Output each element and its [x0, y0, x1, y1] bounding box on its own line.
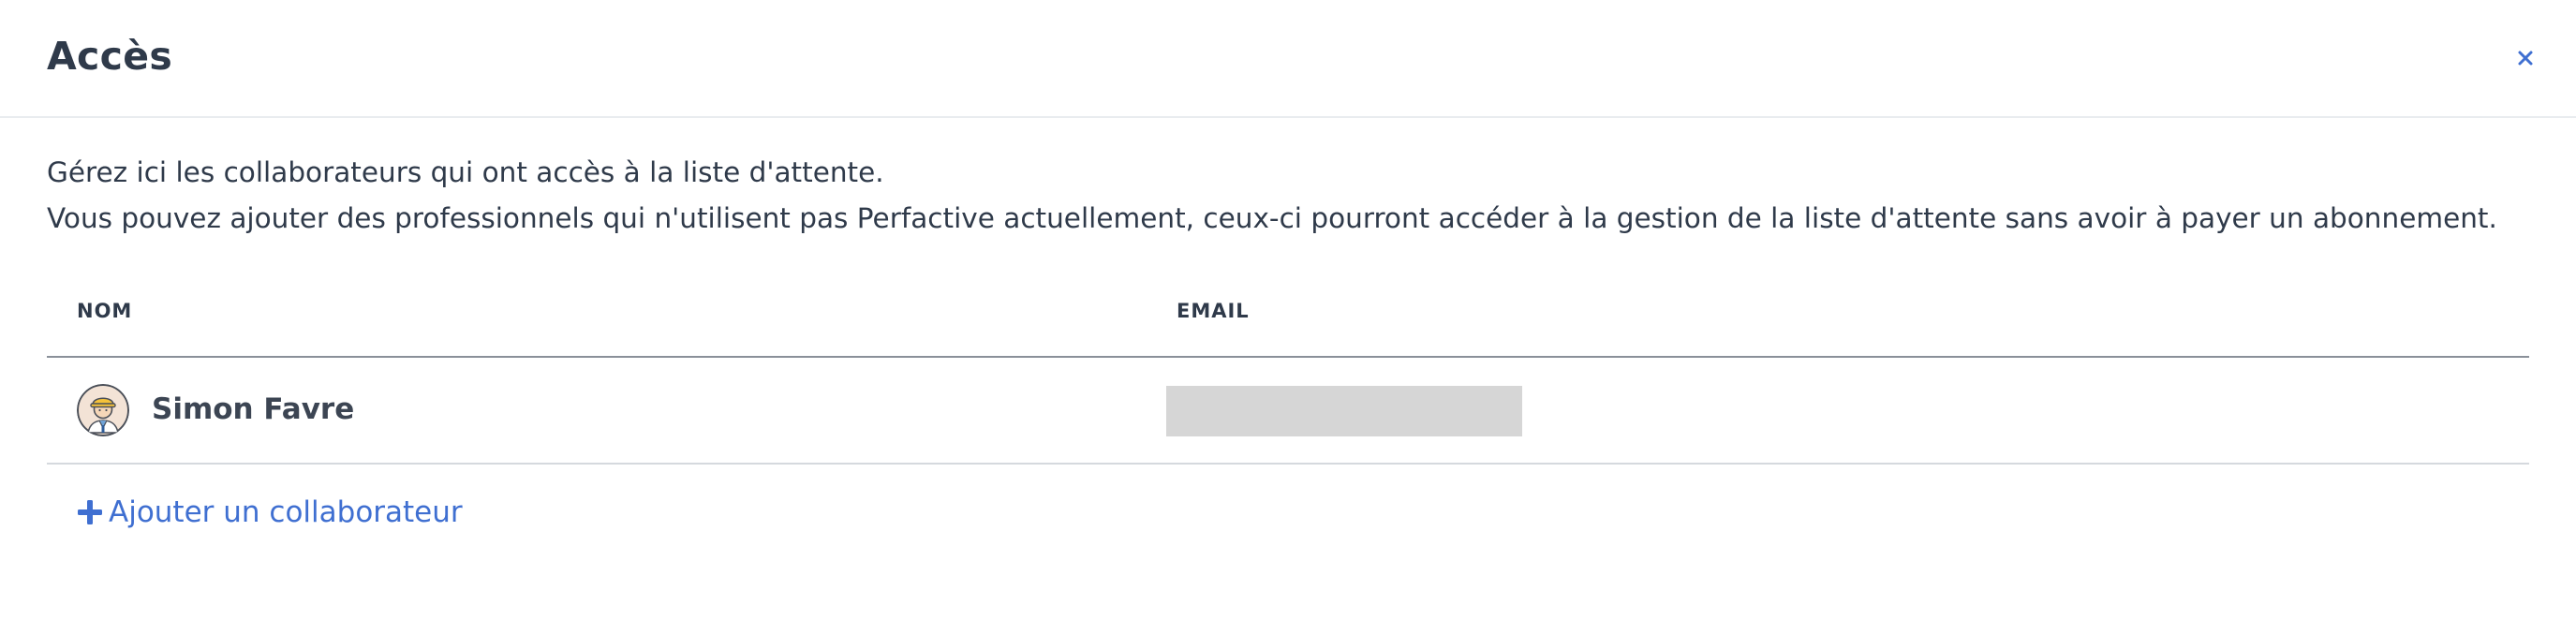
close-icon [2517, 50, 2534, 66]
column-header-name: NOM [77, 300, 133, 322]
intro-line-1: Gérez ici les collaborateurs qui ont acc… [47, 156, 884, 188]
column-header-email: EMAIL [1177, 300, 1250, 322]
modal-header: Accès [0, 0, 2576, 118]
user-avatar-icon [77, 384, 129, 436]
table-row: Simon Favre [47, 358, 2529, 465]
close-button[interactable] [2503, 36, 2548, 81]
email-cell-redacted [1166, 386, 1522, 436]
table-header: NOM EMAIL [47, 279, 2529, 358]
add-collaborator-label: Ajouter un collaborateur [109, 495, 463, 529]
intro-text: Gérez ici les collaborateurs qui ont acc… [47, 150, 2497, 242]
plus-icon [78, 500, 102, 524]
add-collaborator-button[interactable]: Ajouter un collaborateur [77, 489, 463, 536]
intro-line-2: Vous pouvez ajouter des professionnels q… [47, 202, 2497, 234]
member-name: Simon Favre [152, 392, 355, 426]
modal-title: Accès [47, 34, 173, 79]
access-modal: Accès Gérez ici les collaborateurs qui o… [0, 0, 2576, 620]
